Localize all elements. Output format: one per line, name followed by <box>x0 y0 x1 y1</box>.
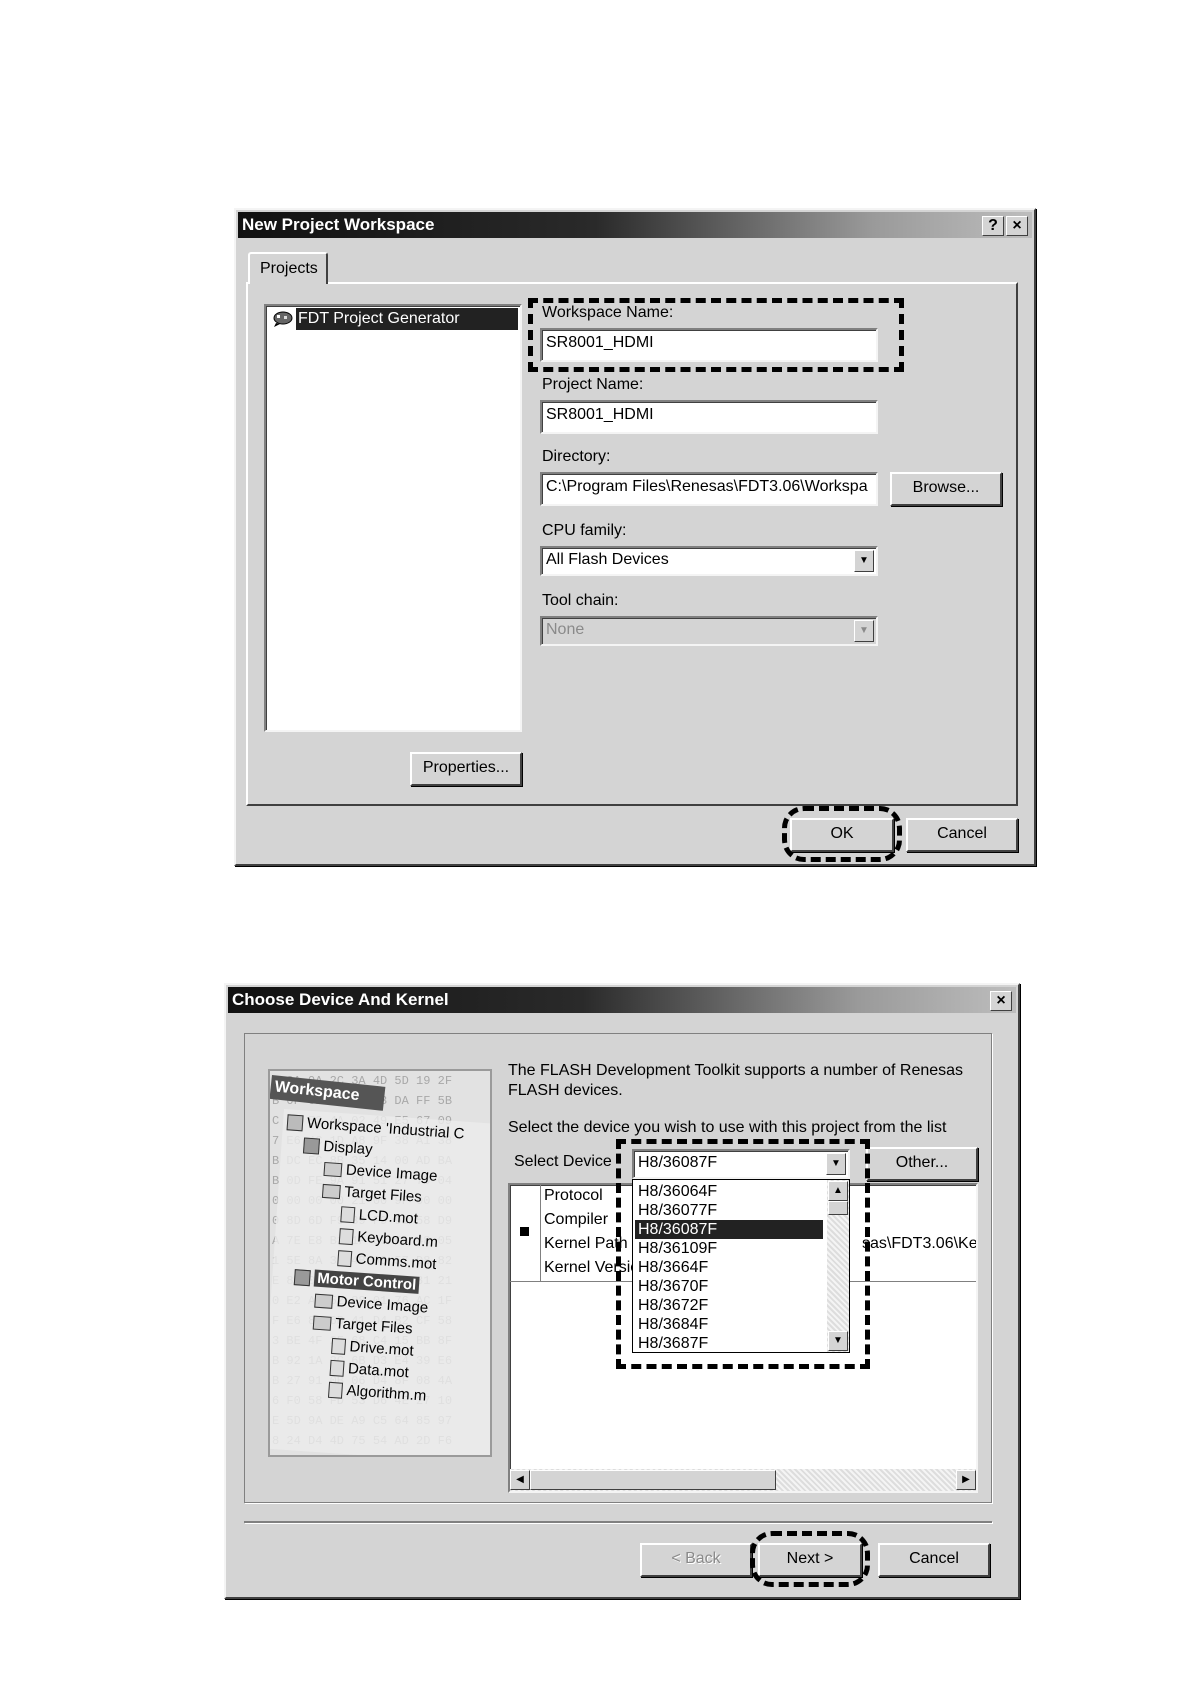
project-name-label: Project Name: <box>542 376 644 393</box>
cpu-family-select[interactable]: All Flash Devices ▼ <box>540 546 878 576</box>
tree-item: Comms.mot <box>337 1249 437 1273</box>
cancel-button[interactable]: Cancel <box>878 1543 990 1577</box>
file-icon <box>329 1359 345 1377</box>
tree-item-label: LCD.mot <box>358 1206 419 1228</box>
tree-item-label: Keyboard.m <box>356 1228 439 1252</box>
project-type-list[interactable]: FDT Project Generator <box>264 304 522 732</box>
folder-icon <box>321 1183 341 1200</box>
chevron-down-icon[interactable]: ▼ <box>854 620 874 642</box>
info-row-label: Compiler <box>544 1211 609 1228</box>
tree-item: LCD.mot <box>340 1205 419 1228</box>
next-highlight <box>750 1531 870 1587</box>
tree-item: Device Image <box>323 1160 438 1185</box>
tree-item: Device Image <box>314 1292 429 1317</box>
tree-item-label: Data.mot <box>347 1360 410 1382</box>
back-button[interactable]: < Back <box>640 1543 752 1577</box>
list-item[interactable]: FDT Project Generator <box>270 308 518 330</box>
chevron-down-icon[interactable]: ▼ <box>854 550 874 572</box>
dialog-title: Choose Device And Kernel <box>232 990 449 1009</box>
tree-item-label: Target Files <box>334 1315 414 1338</box>
tree-item-label: Display <box>322 1137 374 1159</box>
tree-item-label: Device Image <box>336 1293 429 1317</box>
choose-device-dialog: Choose Device And Kernel × 7 2A 9A 2C 3A… <box>224 983 1020 1599</box>
project-name-input[interactable]: SR8001_HDMI <box>540 400 878 434</box>
project-generator-icon <box>272 310 294 328</box>
folder-icon <box>312 1315 332 1331</box>
tree-item-label: Device Image <box>345 1161 438 1185</box>
scrollbar-thumb[interactable] <box>530 1470 776 1490</box>
browse-button[interactable]: Browse... <box>890 472 1002 506</box>
select-prompt: Select the device you wish to use with t… <box>508 1119 947 1136</box>
project-type-label: FDT Project Generator <box>296 308 518 330</box>
info-row-label: Protocol <box>544 1187 603 1204</box>
folder-icon <box>323 1161 343 1178</box>
scroll-left-icon[interactable]: ◀ <box>510 1470 530 1490</box>
new-project-workspace-dialog: New Project Workspace ? × Projects FDT P… <box>234 208 1036 866</box>
tree-item-label: Drive.mot <box>348 1338 415 1360</box>
tree-item-label: Motor Control <box>313 1269 420 1294</box>
folder-icon <box>314 1293 334 1309</box>
tree-item-label: Target Files <box>343 1183 423 1206</box>
tab-projects[interactable]: Projects <box>248 252 328 284</box>
row-marker-icon <box>520 1227 529 1236</box>
title-bar[interactable]: Choose Device And Kernel × <box>228 987 1016 1013</box>
device-list-highlight <box>616 1139 870 1369</box>
file-icon <box>338 1228 354 1246</box>
horizontal-scrollbar[interactable]: ◀ ▶ <box>510 1469 976 1491</box>
directory-input[interactable]: C:\Program Files\Renesas\FDT3.06\Workspa <box>540 472 878 506</box>
help-button[interactable]: ? <box>982 216 1004 236</box>
cpu-family-label: CPU family: <box>542 522 627 539</box>
other-button[interactable]: Other... <box>866 1147 978 1181</box>
select-device-label: Select Device <box>514 1153 612 1170</box>
workspace-tree: Workspace 'Industrial C Display Device I… <box>270 1109 490 1455</box>
file-icon <box>340 1206 356 1224</box>
close-button[interactable]: × <box>1006 216 1028 236</box>
dialog-title: New Project Workspace <box>242 215 435 234</box>
cancel-button[interactable]: Cancel <box>906 818 1018 852</box>
kernel-path-value: sas\FDT3.06\Ke <box>862 1235 976 1252</box>
workspace-highlight <box>528 298 904 372</box>
tool-chain-value: None <box>546 621 585 638</box>
scroll-right-icon[interactable]: ▶ <box>956 1470 976 1490</box>
tool-chain-select[interactable]: None ▼ <box>540 616 878 646</box>
tree-item: Display <box>302 1136 374 1159</box>
project-icon <box>293 1269 311 1287</box>
workspace-icon <box>286 1114 304 1132</box>
file-icon <box>331 1337 347 1355</box>
tool-chain-label: Tool chain: <box>542 592 619 609</box>
tree-item: Motor Control <box>293 1268 420 1294</box>
tree-item: Algorithm.m <box>327 1381 427 1405</box>
tree-item: Data.mot <box>329 1359 409 1381</box>
tree-item-label: Algorithm.m <box>345 1382 427 1405</box>
tree-item: Target Files <box>312 1314 414 1338</box>
ok-highlight <box>782 806 902 862</box>
directory-label: Directory: <box>542 448 611 465</box>
file-icon <box>337 1250 353 1268</box>
tree-item-label: Comms.mot <box>355 1250 437 1273</box>
close-button[interactable]: × <box>990 991 1012 1011</box>
info-table-gutter <box>510 1185 541 1281</box>
workspace-illustration: 7 2A 9A 2C 3A 4D 5D 19 2F B 0F 6D F8 DC … <box>268 1069 492 1457</box>
cpu-family-value: All Flash Devices <box>546 551 669 568</box>
project-icon <box>302 1137 321 1155</box>
directory-value: C:\Program Files\Renesas\FDT3.06\Workspa <box>546 478 868 495</box>
title-bar[interactable]: New Project Workspace ? × <box>238 212 1032 238</box>
project-name-value: SR8001_HDMI <box>546 406 654 423</box>
properties-button[interactable]: Properties... <box>410 752 522 786</box>
intro-text: The FLASH Development Toolkit supports a… <box>508 1062 964 1099</box>
tree-item: Target Files <box>321 1182 423 1206</box>
file-icon <box>327 1381 344 1399</box>
tree-item: Drive.mot <box>331 1337 414 1360</box>
button-divider <box>244 1521 992 1523</box>
tree-item: Keyboard.m <box>338 1227 439 1252</box>
tab-projects-label: Projects <box>260 260 318 277</box>
